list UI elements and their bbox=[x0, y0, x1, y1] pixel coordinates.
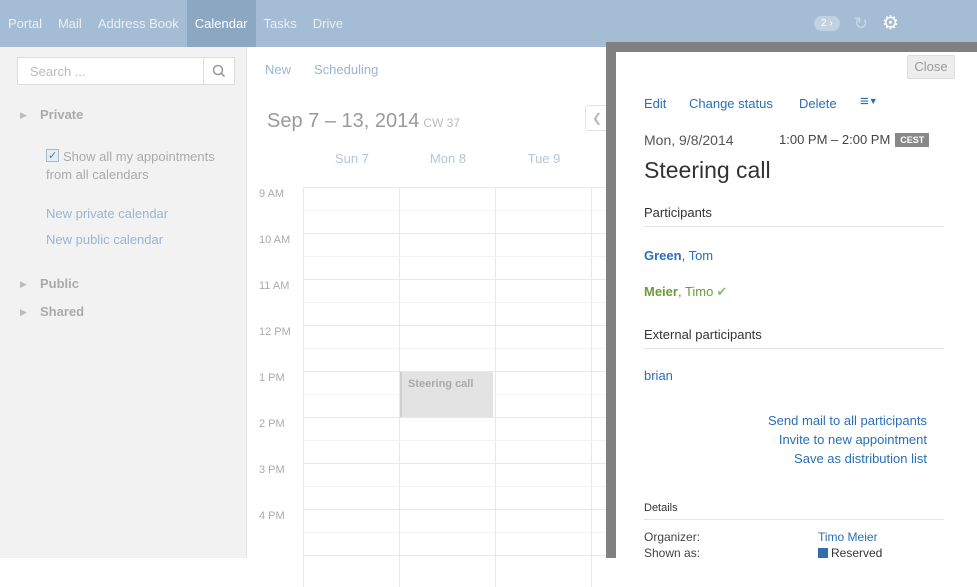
time-label-4pm: 4 PM bbox=[259, 510, 285, 522]
invite-new-appointment-link[interactable]: Invite to new appointment bbox=[779, 432, 927, 447]
calendar-week: CW 37 bbox=[423, 116, 461, 130]
participant-green-tom[interactable]: Green, Tom bbox=[644, 248, 713, 263]
show-all-label: Show all my appointments from all calend… bbox=[46, 149, 215, 182]
top-navigation-bar: Portal Mail Address Book Calendar Tasks … bbox=[0, 0, 977, 47]
timezone-badge[interactable]: CEST bbox=[895, 133, 930, 147]
search-icon bbox=[212, 64, 226, 78]
organizer-link[interactable]: Timo Meier bbox=[818, 530, 878, 544]
notification-badge[interactable]: 2 › bbox=[814, 16, 840, 31]
caret-right-icon: ▶ bbox=[20, 279, 27, 289]
checkmark-icon: ✔ bbox=[716, 284, 728, 299]
participant-first-name: , Tom bbox=[681, 248, 714, 263]
section-label: Private bbox=[40, 107, 84, 122]
caret-right-icon: ▶ bbox=[20, 307, 27, 317]
sidebar-section-shared[interactable]: ▶ Shared bbox=[20, 304, 84, 319]
scheduling-button[interactable]: Scheduling bbox=[314, 62, 378, 77]
new-private-calendar-link[interactable]: New private calendar bbox=[46, 206, 168, 221]
section-label: Public bbox=[40, 276, 80, 291]
save-distribution-list-link[interactable]: Save as distribution list bbox=[794, 451, 927, 466]
app-launcher-tabs: Portal Mail Address Book Calendar Tasks … bbox=[0, 0, 351, 47]
day-header-tue[interactable]: Tue 9 bbox=[496, 151, 592, 166]
day-header-sun[interactable]: Sun 7 bbox=[304, 151, 400, 166]
time-label-2pm: 2 PM bbox=[259, 418, 285, 430]
participant-last-name: Green bbox=[644, 248, 682, 263]
external-participants-header: External participants bbox=[644, 327, 944, 349]
time-label-10am: 10 AM bbox=[259, 234, 291, 246]
search-box bbox=[17, 57, 235, 85]
week-range: Sep 7 – 13, 2014 bbox=[267, 110, 420, 132]
close-button[interactable]: Close bbox=[907, 55, 955, 79]
tab-drive[interactable]: Drive bbox=[305, 0, 351, 47]
folder-sidebar: ▶ Private Show all my appointments from a… bbox=[0, 47, 247, 558]
grid-line bbox=[303, 187, 304, 587]
organizer-label: Organizer: bbox=[644, 530, 701, 544]
appointment-time: 1:00 PM – 2:00 PM CEST bbox=[779, 132, 930, 147]
tab-mail[interactable]: Mail bbox=[50, 0, 90, 47]
time-label-12pm: 12 PM bbox=[259, 326, 291, 338]
participant-first-name: , Timo bbox=[677, 284, 714, 299]
appointment-block[interactable]: Steering call bbox=[400, 372, 493, 417]
reserved-color-icon bbox=[818, 548, 828, 558]
participant-last-name: Meier bbox=[644, 284, 678, 299]
tab-tasks[interactable]: Tasks bbox=[256, 0, 305, 47]
tab-address-book[interactable]: Address Book bbox=[90, 0, 187, 47]
top-right-controls: 2 › ↻ ⚙ bbox=[814, 0, 899, 47]
time-range: 1:00 PM – 2:00 PM bbox=[779, 132, 891, 147]
appointment-detail-popup: Close Edit Change status Delete ≡▼ Mon, … bbox=[606, 42, 977, 560]
appointment-title: Steering call bbox=[408, 378, 474, 390]
time-label-1pm: 1 PM bbox=[259, 372, 285, 384]
show-all-appointments-option[interactable]: Show all my appointments from all calend… bbox=[46, 147, 226, 184]
delete-button[interactable]: Delete bbox=[799, 96, 837, 111]
checkbox-checked-icon[interactable] bbox=[46, 147, 59, 165]
participant-meier-timo[interactable]: Meier, Timo ✔ bbox=[644, 284, 727, 300]
grid-line bbox=[591, 187, 592, 587]
search-input[interactable] bbox=[18, 58, 204, 84]
time-label-3pm: 3 PM bbox=[259, 464, 285, 476]
tab-portal[interactable]: Portal bbox=[0, 0, 50, 47]
refresh-icon[interactable]: ↻ bbox=[854, 15, 868, 32]
change-status-button[interactable]: Change status bbox=[689, 96, 773, 111]
day-header-mon[interactable]: Mon 8 bbox=[400, 151, 496, 166]
section-label: Shared bbox=[40, 304, 85, 319]
new-public-calendar-link[interactable]: New public calendar bbox=[46, 232, 163, 247]
edit-button[interactable]: Edit bbox=[644, 96, 666, 111]
grid-line bbox=[495, 187, 496, 587]
time-label-9am: 9 AM bbox=[259, 188, 285, 200]
details-header: Details bbox=[644, 502, 944, 520]
more-actions-menu-icon[interactable]: ≡▼ bbox=[860, 93, 878, 110]
appointment-date: Mon, 9/8/2014 bbox=[644, 132, 734, 148]
new-appointment-button[interactable]: New bbox=[265, 62, 291, 77]
chevron-left-icon: ❮ bbox=[591, 111, 603, 125]
participants-header: Participants bbox=[644, 205, 944, 227]
external-participant-brian[interactable]: brian bbox=[644, 368, 673, 383]
time-label-11am: 11 AM bbox=[259, 280, 290, 292]
tab-calendar[interactable]: Calendar bbox=[186, 0, 256, 47]
search-button[interactable] bbox=[203, 58, 234, 84]
appointment-title: Steering call bbox=[644, 157, 771, 183]
sidebar-section-private[interactable]: ▶ Private bbox=[20, 107, 83, 122]
sidebar-section-public[interactable]: ▶ Public bbox=[20, 276, 79, 291]
gear-icon[interactable]: ⚙ bbox=[882, 14, 899, 33]
week-range-title: Sep 7 – 13, 2014 CW 37 bbox=[267, 110, 460, 133]
send-mail-all-link[interactable]: Send mail to all participants bbox=[768, 413, 927, 428]
caret-right-icon: ▶ bbox=[20, 110, 27, 120]
organizer-value: Timo Meier bbox=[818, 530, 878, 544]
